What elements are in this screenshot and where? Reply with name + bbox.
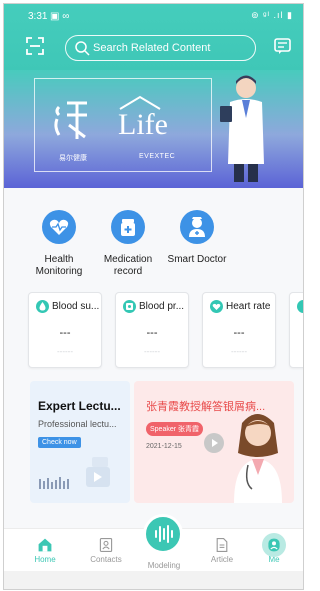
brand-en: EVEXTEC — [139, 153, 176, 160]
metric-card-heart-rate[interactable]: Heart rate --- ------ — [202, 292, 276, 368]
metric-label: Blood su... — [52, 301, 100, 312]
tab-me[interactable]: Me — [249, 533, 299, 564]
doctor-icon — [180, 210, 214, 244]
metric-sub: ------ — [57, 347, 73, 356]
service-medication-record[interactable]: Medication record — [91, 210, 165, 278]
life-logo-text: Life — [118, 108, 168, 141]
promo-banner[interactable]: Life 易尔健康 EVEXTEC — [4, 70, 303, 188]
waveform-icon — [155, 525, 173, 543]
status-bar: 3:31 ▣ ∞ ⊚ ᵍᴵ .ıl ▮ — [4, 4, 303, 28]
tab-home[interactable]: Home — [20, 533, 70, 564]
heart-monitor-icon — [42, 210, 76, 244]
service-label: Medication record — [103, 254, 153, 277]
service-health-monitoring[interactable]: Health Monitoring — [22, 210, 96, 278]
status-time: 3:31 — [28, 11, 48, 22]
metric-value: --- — [59, 327, 71, 339]
lecture-date: 2021-12-15 — [146, 443, 182, 450]
metric-sub: ------ — [231, 347, 247, 356]
lecture-card[interactable]: 张青霞教授解答银屑病... Speaker 张青霞 2021-12-15 — [134, 381, 294, 503]
scan-icon[interactable] — [26, 37, 44, 55]
service-smart-doctor[interactable]: Smart Doctor — [160, 210, 234, 266]
play-icon — [212, 439, 218, 447]
system-nav-bar — [4, 571, 303, 589]
tab-label: Home — [34, 555, 56, 564]
app-screen: 3:31 ▣ ∞ ⊚ ᵍᴵ .ıl ▮ Search Related Conte… — [3, 3, 304, 590]
user-icon — [268, 538, 280, 552]
article-icon — [216, 538, 228, 552]
search-placeholder: Search Related Content — [93, 42, 211, 54]
metric-sub: ------ — [144, 347, 160, 356]
tab-article[interactable]: Article — [197, 533, 247, 564]
tab-label: Contacts — [90, 555, 122, 564]
modeling-fab-button[interactable] — [143, 514, 183, 554]
metric-icon — [297, 300, 303, 313]
life-logo: Life — [110, 95, 170, 145]
message-icon[interactable] — [274, 38, 291, 55]
metric-card-blood-sugar[interactable]: Blood su... --- ------ — [28, 292, 102, 368]
tab-label: Modeling — [147, 561, 181, 570]
medicine-icon — [111, 210, 145, 244]
expert-lecture-card[interactable]: Expert Lectu... Professional lectu... Ch… — [30, 381, 130, 503]
doctor-illustration-icon — [220, 75, 264, 182]
metric-card-blood-pressure[interactable]: Blood pr... --- ------ — [115, 292, 189, 368]
play-button[interactable] — [204, 433, 224, 453]
banner-logo-box: Life 易尔健康 EVEXTEC — [34, 78, 212, 172]
contacts-icon — [99, 538, 113, 552]
speaker-badge: Speaker 张青霞 — [146, 422, 204, 436]
status-indicators: ▣ ∞ — [50, 11, 70, 22]
home-icon — [38, 538, 52, 552]
status-right: ⊚ ᵍᴵ .ıl ▮ — [251, 10, 293, 20]
search-input[interactable]: Search Related Content — [65, 35, 256, 61]
service-label: Health Monitoring — [35, 254, 83, 277]
lecture-decoration-icon — [39, 457, 110, 489]
metric-value: --- — [233, 327, 245, 339]
metric-label: Heart rate — [226, 301, 271, 312]
main-content: Health Monitoring Medication record Smar… — [4, 188, 303, 528]
service-label: Smart Doctor — [167, 254, 227, 265]
metric-label: Blood pr... — [139, 301, 185, 312]
tab-contacts[interactable]: Contacts — [81, 533, 131, 564]
metric-card-partial[interactable] — [289, 292, 303, 368]
nurse-illustration-icon — [234, 414, 282, 503]
top-bar: Search Related Content — [4, 28, 303, 70]
tab-label: Article — [210, 555, 234, 564]
chinese-logo-icon — [54, 101, 87, 139]
search-icon — [75, 41, 90, 56]
metric-value: --- — [146, 327, 158, 339]
brand-cn: 易尔健康 — [59, 155, 87, 162]
